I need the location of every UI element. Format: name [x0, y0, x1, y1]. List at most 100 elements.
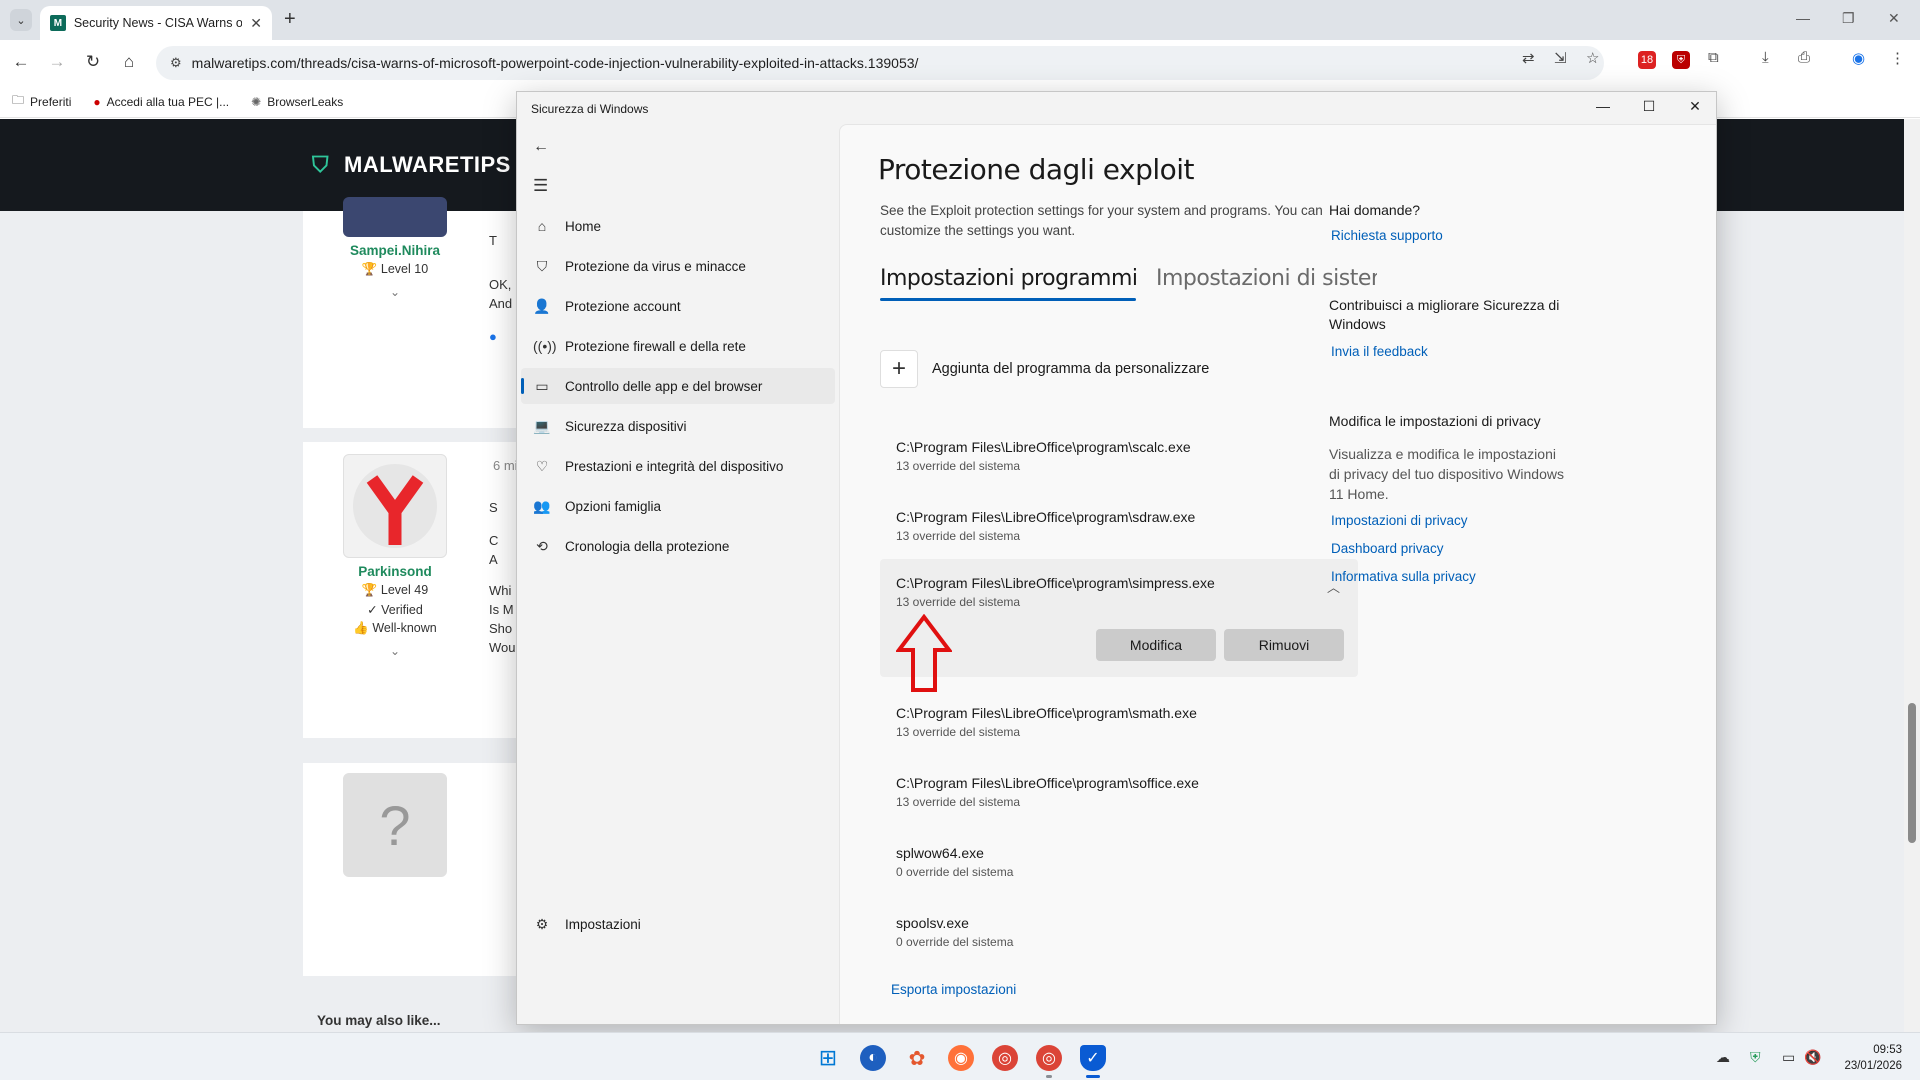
- username[interactable]: Parkinsond: [325, 564, 465, 579]
- avatar[interactable]: ?: [343, 773, 447, 877]
- tab-program-settings[interactable]: Impostazioni programmi: [880, 266, 1138, 291]
- system-clock[interactable]: 09:53 23/01/2026: [1844, 1042, 1902, 1074]
- remove-button[interactable]: Rimuovi: [1224, 629, 1344, 661]
- active-indicator: [521, 378, 524, 394]
- chrome-profile-icon[interactable]: ◎: [1036, 1045, 1062, 1071]
- hamburger-menu-icon[interactable]: ☰: [533, 176, 548, 196]
- pec-icon: ●: [93, 94, 101, 109]
- site-info-icon[interactable]: ⚙: [170, 55, 182, 71]
- privacy-description: Visualizza e modifica le impostazioni di…: [1329, 446, 1564, 502]
- verified-badge: ✓ Verified: [367, 603, 423, 617]
- home-icon[interactable]: ⌂: [118, 52, 140, 72]
- close-window-icon[interactable]: ✕: [1888, 10, 1900, 27]
- tab-strip: ⌄ M Security News - CISA Warns of ✕ + — …: [0, 0, 1920, 40]
- red-arrow-annotation: [896, 614, 952, 692]
- nav-item-home[interactable]: ⌂ Home: [521, 208, 835, 244]
- browserleaks-icon: ✺: [251, 94, 262, 109]
- network-icon[interactable]: ▭: [1782, 1049, 1795, 1066]
- bookmark-pec[interactable]: ● Accedi alla tua PEC |...: [93, 95, 229, 109]
- print-icon[interactable]: ⎙: [1798, 49, 1810, 66]
- translate-icon[interactable]: ⇄: [1522, 49, 1535, 67]
- bookmark-preferiti[interactable]: 🗀 Preferiti: [12, 91, 71, 112]
- app-paint-icon[interactable]: ✿: [904, 1045, 930, 1071]
- install-app-icon[interactable]: ⇲: [1554, 49, 1567, 67]
- avatar[interactable]: [343, 197, 447, 237]
- chevron-down-icon[interactable]: ⌄: [325, 644, 465, 658]
- new-tab-button[interactable]: +: [284, 9, 296, 29]
- restore-icon[interactable]: ❐: [1842, 10, 1855, 27]
- firefox-icon[interactable]: ◉: [948, 1045, 974, 1071]
- privacy-policy-link[interactable]: Informativa sulla privacy: [1331, 569, 1476, 584]
- reload-icon[interactable]: ↻: [82, 52, 104, 72]
- profile-icon[interactable]: ◉: [1852, 49, 1865, 67]
- program-item[interactable]: C:\Program Files\LibreOffice\program\sof…: [880, 765, 1358, 819]
- avatar[interactable]: [343, 454, 447, 558]
- post-snippet: T OK, And ●: [489, 233, 513, 346]
- windows-security-taskbar-icon[interactable]: ✓: [1080, 1045, 1106, 1071]
- program-item[interactable]: C:\Program Files\LibreOffice\program\sca…: [880, 429, 1358, 483]
- username[interactable]: Sampei.Nihira: [325, 243, 465, 258]
- program-item[interactable]: spoolsv.exe 0 override del sistema: [880, 905, 1358, 959]
- modify-button[interactable]: Modifica: [1096, 629, 1216, 661]
- tab-system-settings[interactable]: Impostazioni di sistema: [1156, 266, 1377, 291]
- page-scrollbar[interactable]: [1904, 119, 1920, 1033]
- chevron-down-icon[interactable]: ⌄: [325, 285, 465, 299]
- nav-item-device-performance[interactable]: ♡ Prestazioni e integrità del dispositiv…: [521, 448, 835, 484]
- privacy-dashboard-link[interactable]: Dashboard privacy: [1331, 541, 1444, 556]
- back-arrow-icon[interactable]: ←: [533, 138, 549, 156]
- main-content: Protezione dagli exploit See the Exploit…: [839, 124, 1716, 1024]
- close-icon[interactable]: ✕: [1675, 98, 1715, 115]
- forward-icon[interactable]: →: [46, 52, 68, 72]
- nav-item-virus-protection[interactable]: ⛉ Protezione da virus e minacce: [521, 248, 835, 284]
- tab-search-button[interactable]: ⌄: [10, 9, 32, 31]
- extension-shield-icon[interactable]: ⛨: [1672, 51, 1690, 69]
- nav-item-firewall[interactable]: ((•)) Protezione firewall e della rete: [521, 328, 835, 364]
- nav-item-protection-history[interactable]: ⟲ Cronologia della protezione: [521, 528, 835, 564]
- program-overrides: 13 override del sistema: [896, 595, 1021, 609]
- add-program-button[interactable]: + Aggiunta del programma da personalizza…: [880, 350, 1209, 388]
- start-windows-icon[interactable]: ⊞: [815, 1045, 841, 1071]
- extension-ublock-icon[interactable]: 18: [1638, 51, 1656, 69]
- program-item[interactable]: C:\Program Files\LibreOffice\program\sma…: [880, 695, 1358, 749]
- volume-muted-icon[interactable]: 🔇: [1804, 1049, 1821, 1066]
- privacy-settings-link[interactable]: Impostazioni di privacy: [1331, 513, 1468, 528]
- feedback-link[interactable]: Invia il feedback: [1331, 344, 1428, 359]
- nav-item-account-protection[interactable]: 👤 Protezione account: [521, 288, 835, 324]
- minimize-icon[interactable]: —: [1583, 98, 1623, 114]
- onedrive-icon[interactable]: ☁: [1716, 1049, 1730, 1066]
- program-overrides: 0 override del sistema: [896, 865, 1014, 879]
- nav-item-app-browser-control[interactable]: ▭ Controllo delle app e del browser: [521, 368, 835, 404]
- minimize-icon[interactable]: —: [1796, 10, 1810, 26]
- nav-item-family-options[interactable]: 👥 Opzioni famiglia: [521, 488, 835, 524]
- post-snippet: S C A Whi Is M Sho Wou: [489, 500, 516, 655]
- app-blue-icon[interactable]: ◐: [860, 1045, 886, 1071]
- bookmark-browserleaks[interactable]: ✺ BrowserLeaks: [251, 95, 343, 109]
- site-logo[interactable]: ⛉ MALWARETIPS: [312, 152, 511, 178]
- nav-item-settings[interactable]: ⚙ Impostazioni: [521, 906, 835, 942]
- address-bar[interactable]: ⚙ malwaretips.com/threads/cisa-warns-of-…: [156, 46, 1604, 80]
- tab-close-icon[interactable]: ✕: [250, 15, 262, 32]
- person-icon: 👤: [533, 297, 551, 314]
- security-tray-icon[interactable]: ⛨: [1750, 1049, 1761, 1066]
- export-settings-link[interactable]: Esporta impostazioni: [891, 982, 1016, 997]
- user-level: 🏆 Level 10: [361, 262, 429, 276]
- program-item[interactable]: C:\Program Files\LibreOffice\program\sdr…: [880, 499, 1358, 553]
- menu-dots-icon[interactable]: ⋮: [1890, 49, 1905, 67]
- scrollbar-thumb[interactable]: [1908, 703, 1916, 843]
- download-icon[interactable]: ⤓: [1762, 49, 1769, 66]
- maximize-icon[interactable]: ☐: [1629, 98, 1669, 115]
- forum-post: Parkinsond 🏆 Level 49 ✓ Verified 👍 Well-…: [303, 442, 523, 738]
- nav-label: Protezione da virus e minacce: [565, 258, 746, 274]
- active-tab[interactable]: M Security News - CISA Warns of ✕: [40, 6, 272, 40]
- nav-item-device-security[interactable]: 💻 Sicurezza dispositivi: [521, 408, 835, 444]
- like-icon[interactable]: ●: [489, 327, 512, 346]
- forum-post: Sampei.Nihira 🏆 Level 10 ⌄ T OK, And ●: [303, 197, 523, 428]
- bookmark-star-icon[interactable]: ☆: [1586, 49, 1599, 67]
- support-link[interactable]: Richiesta supporto: [1331, 228, 1443, 243]
- extensions-puzzle-icon[interactable]: ⧉: [1708, 49, 1719, 66]
- back-icon[interactable]: ←: [10, 52, 32, 72]
- program-item[interactable]: splwow64.exe 0 override del sistema: [880, 835, 1358, 889]
- gear-icon: ⚙: [535, 915, 549, 932]
- chrome-icon[interactable]: ◎: [992, 1045, 1018, 1071]
- program-path: C:\Program Files\LibreOffice\program\sma…: [896, 705, 1197, 721]
